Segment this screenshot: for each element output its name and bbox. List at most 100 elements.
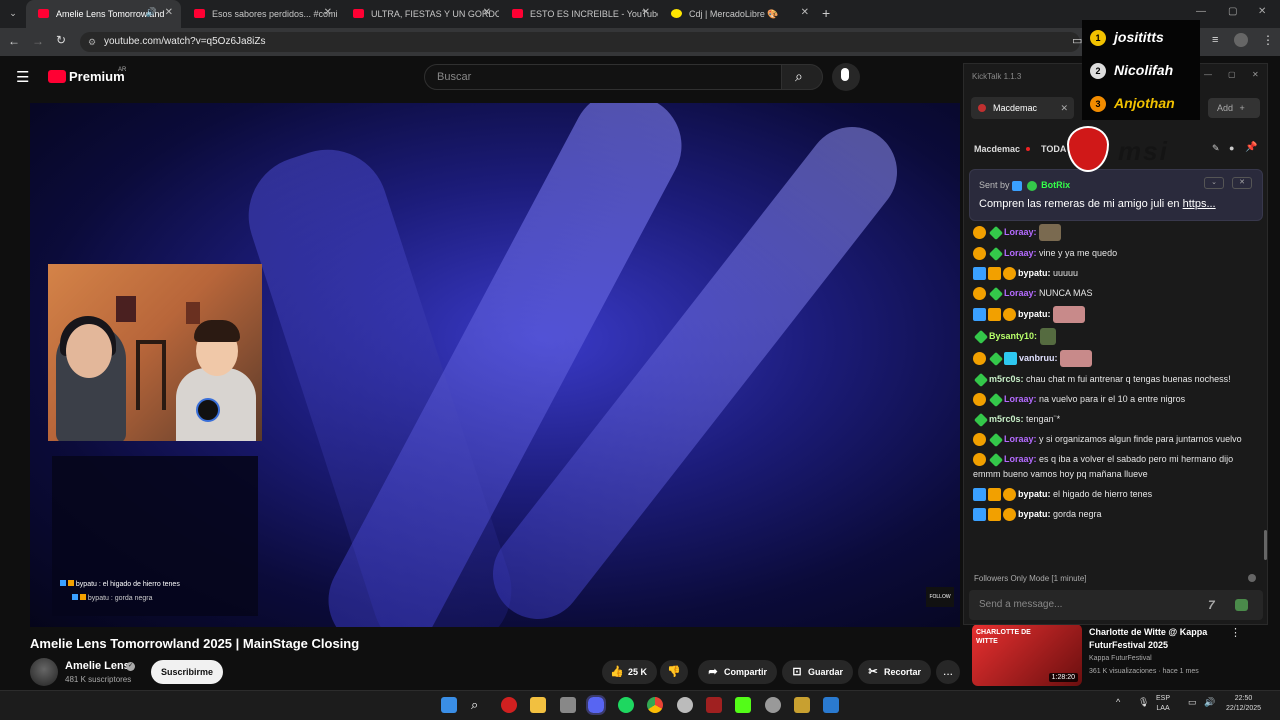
hamburger-menu-icon[interactable]: ☰	[16, 68, 29, 86]
chat-message: bypatu: gorda negra	[973, 507, 1263, 522]
queue-icon[interactable]: ≡	[1212, 34, 1218, 46]
app-icon[interactable]	[560, 697, 576, 713]
chrome-icon[interactable]	[647, 697, 663, 713]
browser-menu-icon[interactable]: ⋮	[1262, 33, 1274, 47]
chat-username[interactable]: Loraay:	[1004, 434, 1037, 444]
clock[interactable]: 22:50 22/12/2025	[1226, 694, 1261, 714]
msi-center-icon[interactable]	[501, 697, 517, 713]
more-actions-button[interactable]: ...	[936, 660, 960, 684]
kt-maximize-icon[interactable]: ▢	[1228, 70, 1236, 79]
recommendation-channel[interactable]: Kappa FuturFestival	[1089, 655, 1152, 662]
discord-icon[interactable]	[586, 695, 606, 715]
taskbar-search-icon[interactable]: ⌕	[471, 697, 487, 713]
reload-icon[interactable]: ↻	[56, 33, 66, 47]
recommendation-title[interactable]: Charlotte de Witte @ Kappa FuturFestival…	[1089, 626, 1229, 652]
chat-username[interactable]: m5rc0s:	[989, 374, 1024, 384]
cast-icon[interactable]: ▭	[1072, 34, 1082, 47]
tab-mercadolibre[interactable]: Cdj | MercadoLibre 🎨 ✕	[659, 0, 817, 28]
youtube-logo-icon[interactable]	[48, 70, 66, 83]
tray-mic-icon[interactable]: 🎙	[1138, 697, 1149, 708]
kt-close-icon[interactable]: ✕	[1252, 70, 1259, 79]
network-icon[interactable]: ▭	[1188, 697, 1197, 708]
tab-esto-es-increible[interactable]: ESTO ES INCREIBLE - YouTube ✕	[500, 0, 658, 28]
app-icon[interactable]	[677, 697, 693, 713]
save-button[interactable]: ⊡ Guardar	[782, 660, 854, 684]
site-info-icon[interactable]: ⚙	[88, 32, 96, 52]
kt-minimize-icon[interactable]: —	[1204, 70, 1212, 79]
close-tab-icon[interactable]: ✕	[165, 7, 173, 18]
unpin-icon[interactable]: ✕	[1232, 177, 1252, 189]
collapse-pin-icon[interactable]: ⌄	[1204, 177, 1224, 189]
chat-username[interactable]: bypatu:	[1018, 509, 1051, 519]
emote-icon[interactable]	[1053, 306, 1086, 323]
window-minimize-icon[interactable]: —	[1196, 6, 1206, 17]
chat-username[interactable]: bypatu:	[1018, 489, 1051, 499]
7tv-emote-icon[interactable]: 7	[1208, 598, 1215, 612]
volume-icon[interactable]: 🔊	[1204, 697, 1215, 708]
chat-username[interactable]: Loraay:	[1004, 454, 1037, 464]
tab-esos-sabores[interactable]: Esos sabores perdidos... #comi ✕	[182, 0, 340, 28]
chat-username[interactable]: Loraay:	[1004, 248, 1037, 258]
chat-username[interactable]: Loraay:	[1004, 288, 1037, 298]
pin-icon[interactable]: 📌	[1245, 142, 1257, 153]
add-chat-button[interactable]: Add +	[1208, 98, 1260, 118]
spotify-icon[interactable]	[618, 697, 634, 713]
app-icon[interactable]	[794, 697, 810, 713]
new-tab-button[interactable]: +	[822, 5, 830, 21]
language-indicator[interactable]: ESP LAA	[1156, 694, 1170, 714]
channel-avatar[interactable]	[30, 658, 58, 686]
tab-list-chevron-icon[interactable]: ⌄	[6, 6, 20, 20]
window-maximize-icon[interactable]: ▢	[1228, 6, 1237, 17]
channel-name[interactable]: Amelie Lens	[65, 660, 130, 672]
close-tab-icon[interactable]: ✕	[483, 7, 491, 18]
like-button[interactable]: 👍 25 K	[602, 660, 658, 684]
tab-amelie-lens[interactable]: Amelie Lens Tomorrowland 🔊 ✕	[26, 0, 181, 28]
address-bar[interactable]: ⚙ youtube.com/watch?v=q5Oz6Ja8iZs	[80, 32, 1080, 52]
kick-icon[interactable]	[735, 697, 751, 713]
tab-ultra-fiestas[interactable]: ULTRA, FIESTAS Y UN GORDO I ✕	[341, 0, 499, 28]
emote-icon[interactable]	[1039, 328, 1056, 345]
profile-icon[interactable]	[1234, 33, 1248, 47]
chat-username[interactable]: bypatu:	[1018, 309, 1051, 319]
start-menu-icon[interactable]	[441, 697, 457, 713]
file-explorer-icon[interactable]	[530, 697, 546, 713]
emote-picker-icon[interactable]	[1235, 599, 1248, 611]
send-message-input[interactable]: Send a message...	[969, 590, 1263, 620]
search-input[interactable]: Buscar	[424, 64, 782, 90]
chat-username[interactable]: bypatu:	[1018, 268, 1051, 278]
chat-scrollbar[interactable]	[1264, 530, 1267, 560]
chat-username[interactable]: Bysanty10:	[989, 331, 1037, 341]
forward-arrow-icon[interactable]: →	[32, 34, 44, 48]
chat-tab-macdemac[interactable]: Macdemac ✕	[971, 97, 1074, 119]
clip-button[interactable]: ✂ Recortar	[858, 660, 932, 684]
close-tab-icon[interactable]: ✕	[801, 7, 809, 18]
info-icon[interactable]	[1248, 574, 1256, 582]
window-close-icon[interactable]: ✕	[1258, 6, 1266, 17]
user-icon[interactable]: ●	[1229, 143, 1234, 153]
back-arrow-icon[interactable]: ←	[8, 34, 20, 48]
close-tab-icon[interactable]: ✕	[642, 7, 650, 18]
emote-icon[interactable]	[1039, 224, 1062, 241]
search-button[interactable]: ⌕	[781, 64, 823, 90]
app-icon[interactable]	[765, 697, 781, 713]
youtube-logo-text[interactable]: Premium	[69, 69, 125, 84]
chat-username[interactable]: Loraay:	[1004, 394, 1037, 404]
tray-chevron-icon[interactable]: ^	[1116, 697, 1120, 707]
recommendation-thumbnail[interactable]: CHARLOTTE DE WITTE 1:28:20	[972, 624, 1082, 686]
recommendation-menu-icon[interactable]: ⋮	[1230, 626, 1241, 639]
dislike-button[interactable]: 👎	[660, 660, 688, 684]
close-chat-tab-icon[interactable]: ✕	[1060, 97, 1068, 119]
chat-username[interactable]: vanbruu:	[1019, 353, 1058, 363]
chat-username[interactable]: m5rc0s:	[989, 414, 1024, 424]
close-tab-icon[interactable]: ✕	[324, 7, 332, 18]
chat-username[interactable]: Loraay:	[1004, 227, 1037, 237]
app-icon[interactable]	[823, 697, 839, 713]
emote-icon[interactable]	[1060, 350, 1093, 367]
app-icon[interactable]	[706, 697, 722, 713]
pinned-link[interactable]: https...	[1183, 198, 1216, 210]
pencil-icon[interactable]: ✎	[1212, 143, 1220, 154]
voice-search-button[interactable]	[832, 63, 860, 91]
share-button[interactable]: ➦ Compartir	[698, 660, 778, 684]
audio-icon[interactable]: 🔊	[146, 7, 157, 18]
subscribe-button[interactable]: Suscribirme	[151, 660, 223, 684]
